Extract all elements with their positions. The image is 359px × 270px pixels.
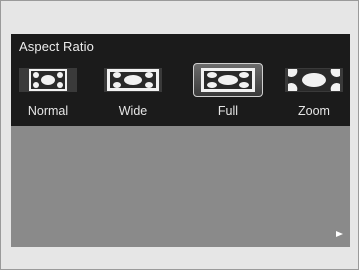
option-full-label: Full xyxy=(217,104,239,118)
aspect-wide-icon xyxy=(104,66,162,94)
aspect-normal-icon xyxy=(19,66,77,94)
option-normal[interactable]: Normal xyxy=(11,63,85,123)
option-zoom-label: Zoom xyxy=(298,104,330,118)
option-wide-label: Wide xyxy=(118,104,148,118)
menu-title: Aspect Ratio xyxy=(19,39,94,54)
play-indicator-icon xyxy=(336,231,343,237)
option-zoom[interactable]: Zoom xyxy=(277,63,350,123)
option-full[interactable]: Full xyxy=(191,63,265,123)
screen: Aspect Ratio Normal Wide Full Zoom xyxy=(11,34,350,247)
option-normal-label: Normal xyxy=(27,104,69,118)
aspect-zoom-icon xyxy=(285,66,343,94)
aspect-full-icon xyxy=(193,63,263,97)
display-frame: Aspect Ratio Normal Wide Full Zoom xyxy=(0,0,359,270)
option-wide[interactable]: Wide xyxy=(96,63,170,123)
aspect-ratio-menu: Aspect Ratio Normal Wide Full Zoom xyxy=(11,34,350,126)
